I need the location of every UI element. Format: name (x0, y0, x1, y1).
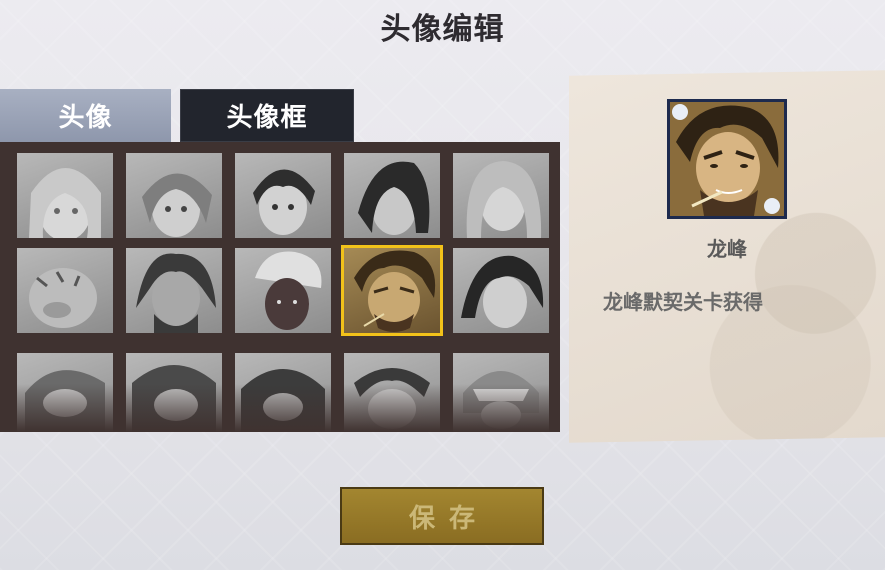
portrait-6[interactable] (17, 248, 113, 333)
portrait-12[interactable] (126, 353, 222, 432)
portrait-14-image (354, 368, 430, 429)
portrait-5-image (466, 161, 542, 238)
portrait-11-image (25, 370, 105, 432)
portrait-11[interactable] (17, 353, 113, 432)
portrait-3[interactable] (235, 153, 331, 238)
portrait-6-image (29, 268, 97, 328)
portrait-15-image (463, 371, 539, 429)
page-title: 头像编辑 (380, 12, 505, 47)
portrait-2-image (142, 173, 212, 237)
tab-frame-label: 头像框 (226, 103, 308, 133)
portrait-3-image (253, 169, 315, 235)
save-button[interactable]: 保存 (340, 487, 544, 545)
portrait-12-image (132, 365, 216, 432)
preview-avatar-name: 龙峰 (707, 237, 747, 261)
portrait-8-image (255, 251, 322, 330)
portrait-7-image (136, 253, 216, 333)
portrait-4[interactable] (344, 153, 440, 238)
preview-avatar (667, 99, 787, 219)
portrait-8[interactable] (235, 248, 331, 333)
preview-avatar-source: 龙峰默契关卡获得 (603, 290, 763, 314)
portrait-10[interactable] (453, 248, 549, 333)
avatar-grid (0, 142, 560, 432)
save-button-label: 保存 (408, 503, 489, 534)
portrait-15[interactable] (453, 353, 549, 432)
portrait-14[interactable] (344, 353, 440, 432)
tab-avatar-frame[interactable]: 头像框 (180, 89, 354, 142)
portrait-10-image (461, 255, 544, 328)
portrait-1-image (29, 168, 101, 238)
portrait-1[interactable] (17, 153, 113, 238)
portrait-4-image (358, 161, 430, 235)
tab-avatar-label: 头像 (58, 103, 113, 133)
portrait-5[interactable] (453, 153, 549, 238)
portrait-9-longfeng[interactable] (341, 245, 443, 336)
portrait-7[interactable] (126, 248, 222, 333)
portrait-13[interactable] (235, 353, 331, 432)
portrait-13-image (241, 369, 325, 432)
tab-avatar[interactable]: 头像 (0, 89, 171, 142)
preview-avatar-image (670, 102, 784, 216)
portrait-2[interactable] (126, 153, 222, 238)
portrait-9-image (354, 250, 436, 332)
